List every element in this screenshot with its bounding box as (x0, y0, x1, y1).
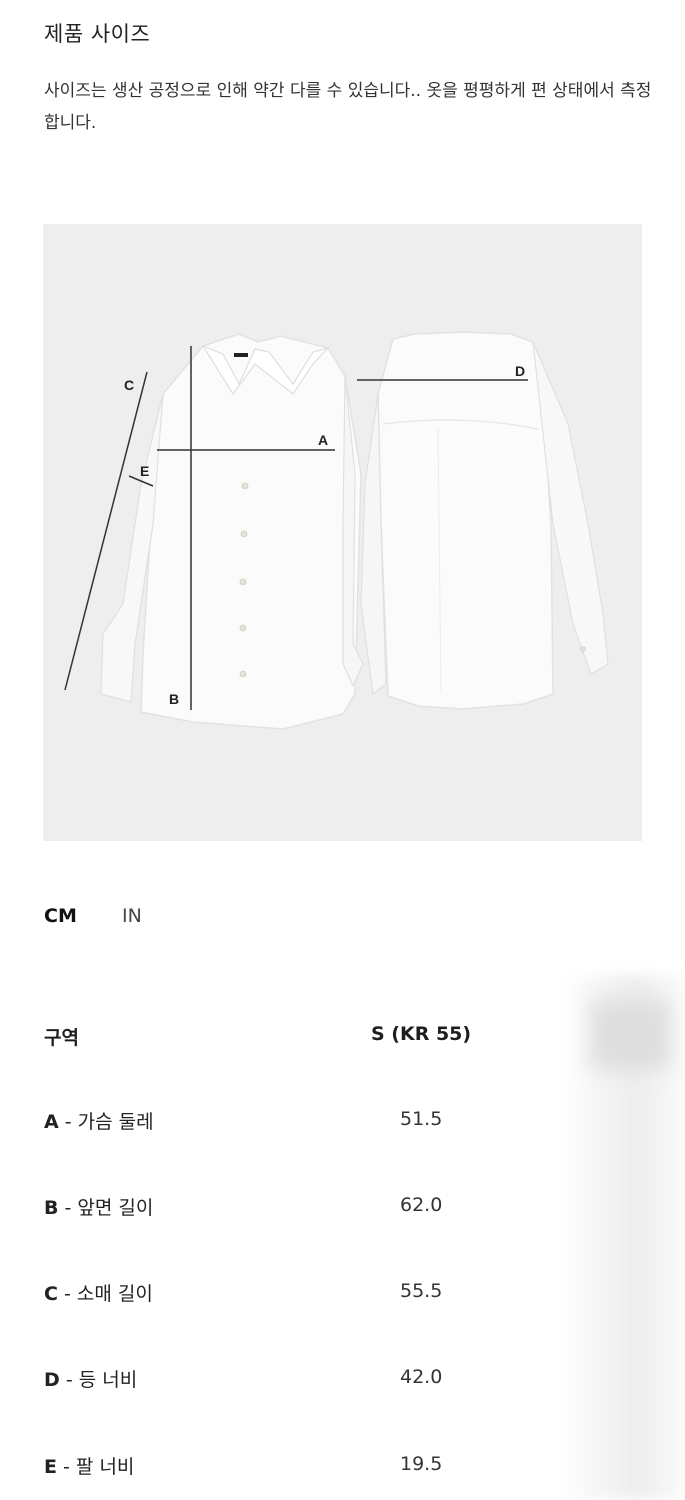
front-shirt-illustration (100, 333, 364, 730)
diagram-label-c: C (124, 377, 134, 393)
row-key: B (44, 1197, 59, 1219)
row-label-text: - 등 너비 (59, 1369, 138, 1391)
row-label-text: - 앞면 길이 (58, 1197, 154, 1219)
diagram-label-b: B (169, 691, 179, 707)
table-row-value: 19.5 (400, 1453, 443, 1475)
diagram-label-a: A (318, 432, 328, 448)
table-row-value: 62.0 (400, 1194, 443, 1216)
table-row-label: C - 소매 길이 (44, 1279, 153, 1306)
table-row-value: 51.5 (400, 1108, 443, 1130)
size-description: 사이즈는 생산 공정으로 인해 약간 다를 수 있습니다.. 옷을 평평하게 편… (44, 81, 652, 133)
unit-tab-cm[interactable]: CM (44, 905, 77, 927)
diagram-label-d: D (515, 363, 525, 379)
row-label-text: - 팔 너비 (56, 1456, 135, 1478)
table-header-area: 구역 (44, 1027, 79, 1049)
table-row-value: 55.5 (400, 1280, 443, 1302)
size-diagram: C B A D E (43, 224, 642, 841)
back-shirt-illustration (360, 331, 609, 710)
blurred-header-cell (590, 1000, 670, 1070)
row-key: C (44, 1283, 58, 1305)
row-key: A (44, 1111, 59, 1133)
table-header-size: S (KR 55) (371, 1023, 472, 1045)
diagram-label-e: E (140, 463, 149, 479)
row-key: E (44, 1456, 57, 1478)
table-row-value: 42.0 (400, 1366, 443, 1388)
row-label-text: - 가슴 둘레 (58, 1111, 154, 1133)
table-row-label: E - 팔 너비 (44, 1452, 134, 1479)
table-row-label: A - 가슴 둘레 (44, 1107, 154, 1134)
unit-tab-in[interactable]: IN (122, 905, 142, 927)
page-title: 제품 사이즈 (44, 22, 151, 46)
table-row-label: D - 등 너비 (44, 1365, 137, 1392)
row-key: D (44, 1369, 60, 1391)
row-label-text: - 소매 길이 (57, 1283, 153, 1305)
shirt-diagram-svg: C B A D E (64, 331, 609, 730)
table-row-label: B - 앞면 길이 (44, 1193, 153, 1220)
